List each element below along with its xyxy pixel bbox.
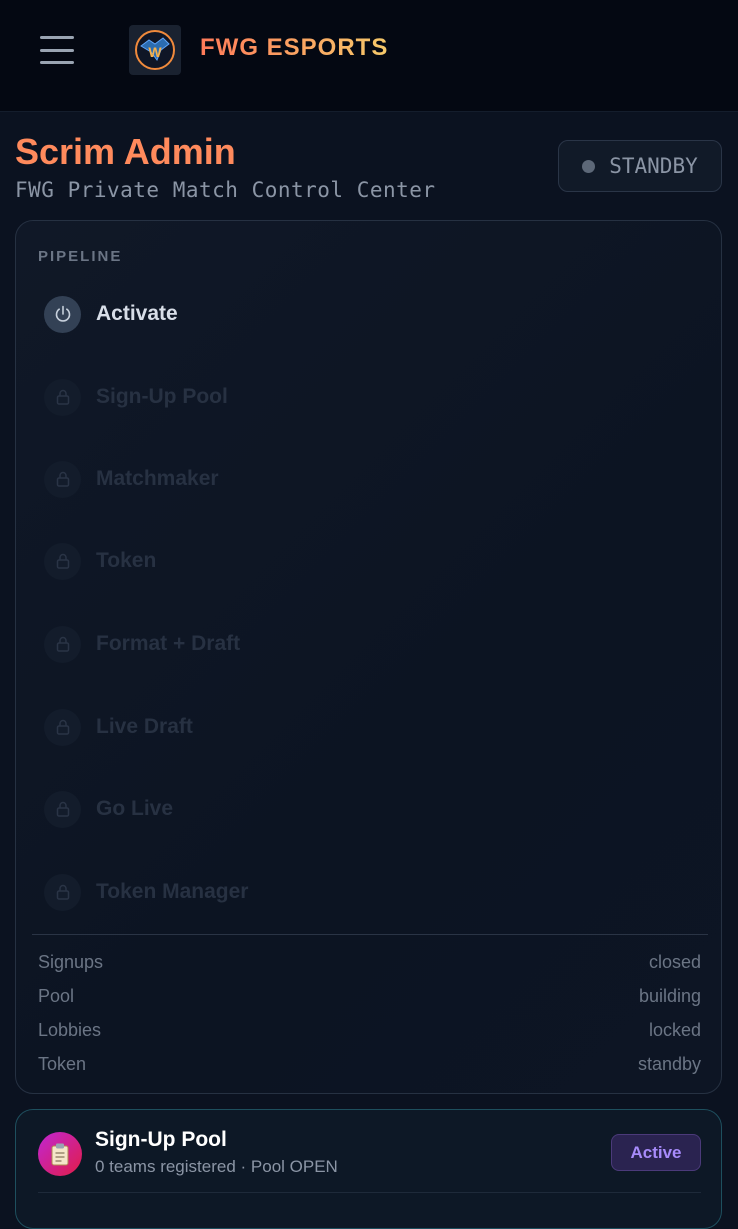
- divider: [38, 1192, 701, 1193]
- step-label: Activate: [96, 302, 178, 325]
- page-title: Scrim Admin: [15, 131, 236, 172]
- step-label: Token: [96, 549, 157, 572]
- clipboard-icon: [38, 1132, 82, 1176]
- pipeline-step-format-draft[interactable]: Format + Draft: [44, 624, 240, 664]
- stat-row-signups: Signups closed: [38, 952, 701, 973]
- top-bar: W FWG ESPORTS: [0, 0, 738, 112]
- pipeline-step-token-manager[interactable]: Token Manager: [44, 872, 248, 912]
- pipeline-label: PIPELINE: [38, 248, 123, 265]
- status-badge[interactable]: STANDBY: [558, 140, 722, 192]
- stat-value: standby: [637, 1054, 701, 1074]
- active-badge: Active: [611, 1134, 701, 1171]
- lock-icon: [44, 873, 81, 911]
- status-label: STANDBY: [609, 154, 698, 178]
- page-subtitle: FWG Private Match Control Center: [15, 178, 436, 202]
- pipeline-step-activate[interactable]: Activate: [44, 294, 178, 334]
- step-label: Sign-Up Pool: [96, 385, 228, 408]
- stat-key: Pool: [38, 986, 75, 1006]
- step-label: Go Live: [96, 797, 174, 820]
- pipeline-step-token[interactable]: Token: [44, 541, 156, 581]
- brand-name[interactable]: FWG ESPORTS: [200, 34, 388, 62]
- pipeline-step-matchmaker[interactable]: Matchmaker: [44, 459, 219, 499]
- stat-row-pool: Pool building: [38, 986, 701, 1007]
- pipeline-step-sign-up-pool[interactable]: Sign-Up Pool: [44, 377, 228, 417]
- svg-text:W: W: [148, 44, 162, 60]
- step-label: Matchmaker: [96, 467, 219, 490]
- pipeline-panel: PIPELINE Activate Sign-Up Pool Matchmake…: [15, 220, 722, 1094]
- power-icon: [44, 295, 81, 333]
- lock-icon: [44, 708, 81, 746]
- stat-row-token: Token standby: [38, 1054, 701, 1075]
- lock-icon: [44, 378, 81, 416]
- step-label: Format + Draft: [96, 632, 241, 655]
- stat-value: building: [638, 986, 701, 1006]
- stat-row-lobbies: Lobbies locked: [38, 1020, 701, 1041]
- lock-icon: [44, 625, 81, 663]
- stat-key: Token: [38, 1054, 87, 1074]
- divider: [32, 934, 708, 935]
- hamburger-menu-icon[interactable]: [40, 36, 74, 64]
- fwg-logo-icon[interactable]: W: [129, 25, 181, 75]
- stat-value: locked: [648, 1020, 701, 1040]
- lock-icon: [44, 542, 81, 580]
- status-dot-icon: [582, 159, 596, 173]
- card-subtitle: 0 teams registered · Pool OPEN: [95, 1157, 338, 1176]
- stat-key: Lobbies: [38, 1020, 102, 1040]
- pipeline-step-live-draft[interactable]: Live Draft: [44, 707, 193, 747]
- stat-key: Signups: [38, 952, 104, 972]
- lock-icon: [44, 460, 81, 498]
- step-label: Live Draft: [96, 715, 193, 738]
- signup-pool-card[interactable]: Sign-Up Pool 0 teams registered · Pool O…: [15, 1109, 722, 1229]
- card-title: Sign-Up Pool: [95, 1128, 227, 1151]
- step-label: Token Manager: [96, 880, 249, 903]
- stat-value: closed: [648, 952, 701, 972]
- lock-icon: [44, 790, 81, 828]
- pipeline-step-go-live[interactable]: Go Live: [44, 789, 173, 829]
